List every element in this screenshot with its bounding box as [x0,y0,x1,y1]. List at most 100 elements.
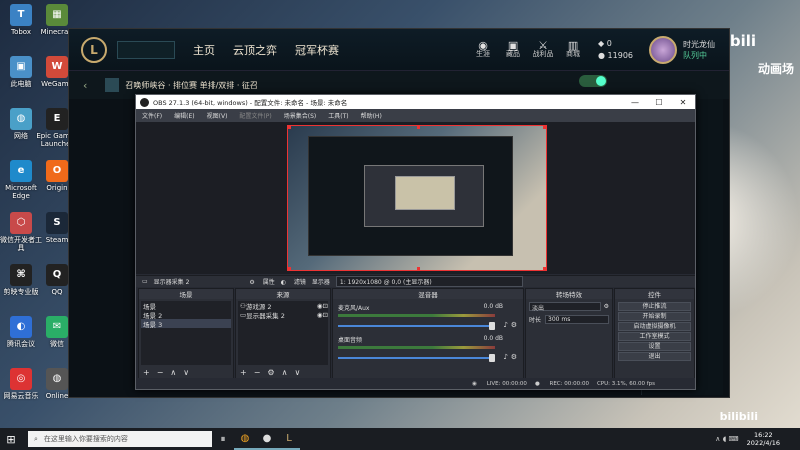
play-button[interactable] [117,40,175,59]
control-button[interactable]: 停止推流 [618,302,691,311]
queue-mode-text: 召唤师峡谷 · 排位赛 单排/双排 · 征召 [125,80,258,90]
menu-tools[interactable]: 工具(T) [328,111,348,120]
preview-nested-client [308,136,513,256]
move-up-button[interactable]: ∧ [170,368,176,377]
collection-nav[interactable]: ▣ 藏品 [498,40,528,59]
remove-source-button[interactable]: − [254,368,261,377]
resize-handle[interactable] [543,126,546,129]
obs-logo-icon [140,97,149,107]
move-up-button[interactable]: ∧ [282,368,288,377]
preview-area [136,122,695,274]
obs-menubar: 文件(F) 编辑(E) 视图(V) 配置文件(P) 场景集合(S) 工具(T) … [136,109,695,122]
add-scene-button[interactable]: + [143,368,150,377]
menu-file[interactable]: 文件(F) [142,111,162,120]
chrome-app-icon[interactable]: ◍ [234,428,256,450]
display-select[interactable]: 1: 1920x1080 @ 0,0 (主显示器) [335,276,523,287]
duration-input[interactable]: 300 ms [545,315,609,324]
lock-icon[interactable]: ⊡ [323,302,328,310]
lol-app-icon[interactable]: L [278,428,300,450]
gear-icon[interactable]: ⚙ [511,353,517,361]
resize-handle[interactable] [543,267,546,270]
obs-window[interactable]: OBS 27.1.3 (64-bit, windows) - 配置文件: 未命名… [135,94,696,390]
minimize-button[interactable]: — [623,98,647,107]
sources-title: 来源 [236,289,330,299]
app-icon: ◐ [10,316,32,338]
lol-logo-icon[interactable]: L [81,36,107,63]
monitor-icon: ▭ [142,278,148,285]
source-settings-icon[interactable]: ⚙ [267,368,274,377]
cpu-status: CPU: 3.1%, 60.00 fps [596,380,655,387]
obs-app-icon[interactable]: ● [256,428,278,450]
properties-button[interactable]: ⚙ 属性 [249,277,274,286]
transitions-title: 转场特效 [526,289,612,299]
player-name: 时光龙仙 [683,39,715,49]
clock[interactable]: 16:22 2022/4/16 [747,431,780,447]
control-button[interactable]: 退出 [618,352,691,361]
currency-display: ◆ 0 ● 11906 [598,38,633,62]
nav-clash[interactable]: 冠军杯赛 [295,42,339,58]
app-icon: ◍ [10,108,32,130]
preview-canvas[interactable] [287,125,547,271]
resize-handle[interactable] [417,126,420,129]
scenes-dock: 场景 场景 场景 2 场景 3 + − ∧ ∨ [138,288,234,380]
resize-handle[interactable] [288,126,291,129]
search-input[interactable]: ⌕ 在这里输入你要搜索的内容 [28,431,212,447]
task-view-icon[interactable]: ⏸ [212,428,234,450]
store-nav[interactable]: ▥ 商城 [558,40,588,59]
transition-row: 淡出 ⚙ [529,301,609,312]
app-icon: e [10,160,32,182]
loot-nav[interactable]: ⚔ 战利品 [528,38,558,59]
remove-scene-button[interactable]: − [157,368,164,377]
slider-knob[interactable] [489,354,495,362]
slider-knob[interactable] [489,322,495,330]
resize-handle[interactable] [288,267,291,270]
transition-select[interactable]: 淡出 [529,302,601,312]
clock-date: 2022/4/16 [746,439,780,447]
control-button[interactable]: 开始录制 [618,312,691,321]
resize-handle[interactable] [417,267,420,270]
maximize-button[interactable]: ☐ [647,98,671,107]
nav-tft[interactable]: 云顶之弈 [233,42,277,58]
move-down-button[interactable]: ∨ [183,368,189,377]
mixer-channel: 麦克风/Aux 0.0 dB ♪ ⚙ [335,301,521,333]
lock-icon[interactable]: ⊡ [323,311,328,319]
profile-icon: ◉ [478,38,488,52]
gear-icon[interactable]: ⚙ [511,321,517,329]
control-button[interactable]: 启动虚拟摄像机 [618,322,691,331]
transitions-dock: 转场特效 淡出 ⚙ 时长 300 ms [525,288,613,380]
back-chevron-icon[interactable]: ‹ [83,79,87,92]
system-tray[interactable]: ∧ ◖ ⌨ [715,435,738,443]
menu-help[interactable]: 帮助(H) [361,111,382,120]
menu-view[interactable]: 视图(V) [207,111,228,120]
volume-slider[interactable] [338,354,495,362]
menu-profile[interactable]: 配置文件(P) [239,111,271,120]
status-toggle[interactable] [579,75,607,87]
duration-label: 时长 [529,317,542,324]
duration-row: 时长 300 ms [529,314,609,325]
app-icon: ✉ [46,316,68,338]
start-button[interactable]: ⊞ [0,428,22,450]
control-button[interactable]: 设置 [618,342,691,351]
search-placeholder: 在这里输入你要搜索的内容 [43,435,128,443]
app-icon: ⬡ [10,212,32,234]
loot-icon: ⚔ [538,38,548,52]
control-button[interactable]: 工作室模式 [618,332,691,341]
player-info: 时光龙仙 队列中 [683,39,729,61]
menu-edit[interactable]: 编辑(E) [174,111,194,120]
app-icon: O [46,160,68,182]
speaker-icon[interactable]: ♪ [504,353,508,361]
nav-home[interactable]: 主页 [193,42,215,58]
speaker-icon[interactable]: ♪ [504,321,508,329]
bilibili-sub: 动画场 [757,62,794,76]
source-item[interactable]: ▭ 显示器采集 2 ◉ ⊡ [238,310,328,320]
scene-item[interactable]: 场景 3 [141,319,231,329]
menu-scene-collection[interactable]: 场景集合(S) [284,111,317,120]
transition-settings-icon[interactable]: ⚙ [604,303,609,310]
volume-slider[interactable] [338,322,495,330]
filters-button[interactable]: ◐ 滤镜 [281,277,306,286]
close-button[interactable]: ✕ [671,98,695,107]
add-source-button[interactable]: + [240,368,247,377]
move-down-button[interactable]: ∨ [294,368,300,377]
avatar[interactable] [649,35,677,64]
profile-nav[interactable]: ◉ 生涯 [468,38,498,59]
